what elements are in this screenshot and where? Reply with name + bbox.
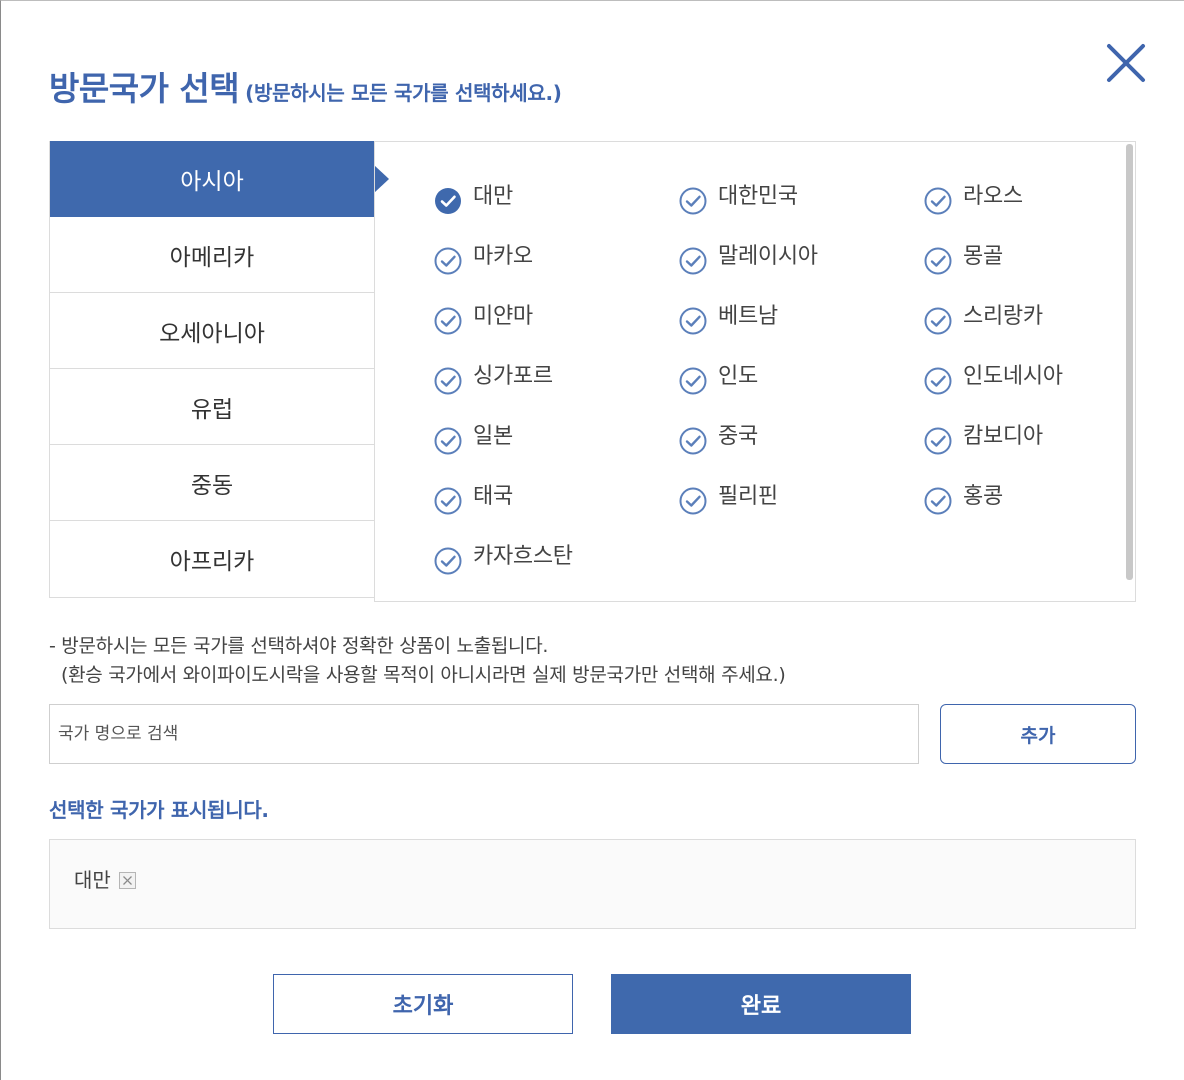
page-title: 방문국가 선택: [49, 69, 240, 108]
country-option-label: 일본: [473, 424, 513, 449]
country-option[interactable]: 스리랑카: [923, 304, 1123, 364]
region-tab-africa[interactable]: 아프리카: [50, 521, 374, 597]
check-circle-icon: [924, 427, 952, 455]
close-icon: [1107, 44, 1145, 82]
country-option[interactable]: 캄보디아: [923, 424, 1123, 484]
country-option[interactable]: 말레이시아: [678, 244, 923, 304]
reset-button[interactable]: 초기화: [273, 974, 573, 1034]
remove-icon: [118, 872, 136, 889]
country-option[interactable]: 일본: [433, 424, 678, 484]
country-selector-panel: 아시아 아메리카 오세아니아 유럽 중동 아프리카 대만 대한민국 라오스마카오 말레…: [49, 141, 1136, 602]
region-tab-label: 아메리카: [169, 244, 255, 271]
check-circle-icon: [679, 187, 707, 215]
region-tab-label: 중동: [190, 472, 234, 499]
check-circle-icon: [679, 307, 707, 335]
country-option-label: 스리랑카: [963, 304, 1043, 329]
country-grid: 대만 대한민국 라오스마카오 말레이시아 몽골미얀마 베트남 스리랑카싱가포르 인도 인도네시아…: [433, 184, 1123, 604]
country-option[interactable]: 베트남: [678, 304, 923, 364]
country-option-label: 인도: [718, 364, 758, 389]
country-list-area: 대만 대한민국 라오스마카오 말레이시아 몽골미얀마 베트남 스리랑카싱가포르 인도 인도네시아…: [374, 141, 1136, 602]
country-option[interactable]: 싱가포르: [433, 364, 678, 424]
check-circle-icon: [924, 307, 952, 335]
country-option[interactable]: 마카오: [433, 244, 678, 304]
close-button[interactable]: [1105, 42, 1147, 84]
country-option-label: 카자흐스탄: [473, 544, 573, 569]
check-circle-icon: [434, 307, 462, 335]
check-circle-icon: [924, 367, 952, 395]
check-circle-icon: [434, 427, 462, 455]
check-circle-icon: [434, 547, 462, 575]
country-option[interactable]: 중국: [678, 424, 923, 484]
selected-countries-box: 대만: [49, 839, 1136, 929]
country-option[interactable]: 몽골: [923, 244, 1123, 304]
country-option-label: 싱가포르: [473, 364, 553, 389]
country-option-label: 말레이시아: [718, 244, 818, 269]
region-tab-oceania[interactable]: 오세아니아: [50, 293, 374, 369]
scrollbar[interactable]: [1126, 144, 1133, 580]
country-search-input[interactable]: [49, 704, 919, 764]
country-option[interactable]: 태국: [433, 484, 678, 544]
country-option-label: 인도네시아: [963, 364, 1063, 389]
country-option-label: 미얀마: [473, 304, 533, 329]
region-tab-asia[interactable]: 아시아: [50, 141, 389, 217]
country-option-label: 필리핀: [718, 484, 778, 509]
check-circle-icon: [434, 487, 462, 515]
page-subtitle: (방문하시는 모든 국가를 선택하세요.): [245, 81, 562, 105]
check-circle-icon: [679, 247, 707, 275]
country-option-label: 베트남: [718, 304, 778, 329]
country-option[interactable]: 인도네시아: [923, 364, 1123, 424]
country-option[interactable]: 대한민국: [678, 184, 923, 244]
check-circle-icon: [434, 247, 462, 275]
check-circle-icon: [924, 247, 952, 275]
checked-circle-icon: [435, 188, 461, 214]
selected-countries-label: 선택한 국가가 표시됩니다.: [49, 798, 269, 822]
selected-country-tag: 대만: [74, 864, 136, 893]
region-tab-america[interactable]: 아메리카: [50, 217, 374, 293]
country-option-label: 라오스: [963, 184, 1023, 209]
remove-tag-button[interactable]: [118, 872, 136, 889]
notice-line-2: (환승 국가에서 와이파이도시락을 사용할 목적이 아니시라면 실제 방문국가만…: [61, 664, 786, 686]
region-tab-middle-east[interactable]: 중동: [50, 445, 374, 521]
country-option[interactable]: 라오스: [923, 184, 1123, 244]
check-circle-icon: [679, 427, 707, 455]
check-circle-icon: [924, 487, 952, 515]
notice-text: - 방문하시는 모든 국가를 선택하셔야 정확한 상품이 노출됩니다. (환승 …: [49, 632, 786, 690]
country-option-label: 대한민국: [718, 184, 798, 209]
country-option[interactable]: 대만: [433, 184, 678, 244]
check-circle-icon: [679, 367, 707, 395]
notice-line-1: - 방문하시는 모든 국가를 선택하셔야 정확한 상품이 노출됩니다.: [49, 635, 549, 657]
done-button[interactable]: 완료: [611, 974, 911, 1034]
country-option-label: 캄보디아: [963, 424, 1043, 449]
region-tab-europe[interactable]: 유럽: [50, 369, 374, 445]
region-tab-label: 오세아니아: [159, 320, 265, 347]
country-option[interactable]: 카자흐스탄: [433, 544, 678, 604]
region-tab-label: 아시아: [180, 169, 244, 195]
region-tab-label: 유럽: [190, 396, 234, 423]
country-option-label: 마카오: [473, 244, 533, 269]
check-circle-icon: [924, 187, 952, 215]
country-option-label: 몽골: [963, 244, 1003, 269]
country-option-label: 태국: [473, 484, 513, 509]
add-button[interactable]: 추가: [940, 704, 1136, 764]
check-circle-icon: [679, 487, 707, 515]
country-option[interactable]: 미얀마: [433, 304, 678, 364]
selected-country-name: 대만: [74, 868, 111, 892]
country-option[interactable]: 인도: [678, 364, 923, 424]
dialog-header: 방문국가 선택 (방문하시는 모든 국가를 선택하세요.): [49, 62, 562, 110]
country-option-label: 대만: [473, 184, 513, 209]
region-tab-list: 아시아 아메리카 오세아니아 유럽 중동 아프리카: [49, 141, 389, 598]
country-option-label: 중국: [718, 424, 758, 449]
country-option-label: 홍콩: [963, 484, 1003, 509]
country-option[interactable]: 필리핀: [678, 484, 923, 544]
country-option[interactable]: 홍콩: [923, 484, 1123, 544]
region-tab-label: 아프리카: [169, 549, 255, 575]
check-circle-icon: [434, 367, 462, 395]
